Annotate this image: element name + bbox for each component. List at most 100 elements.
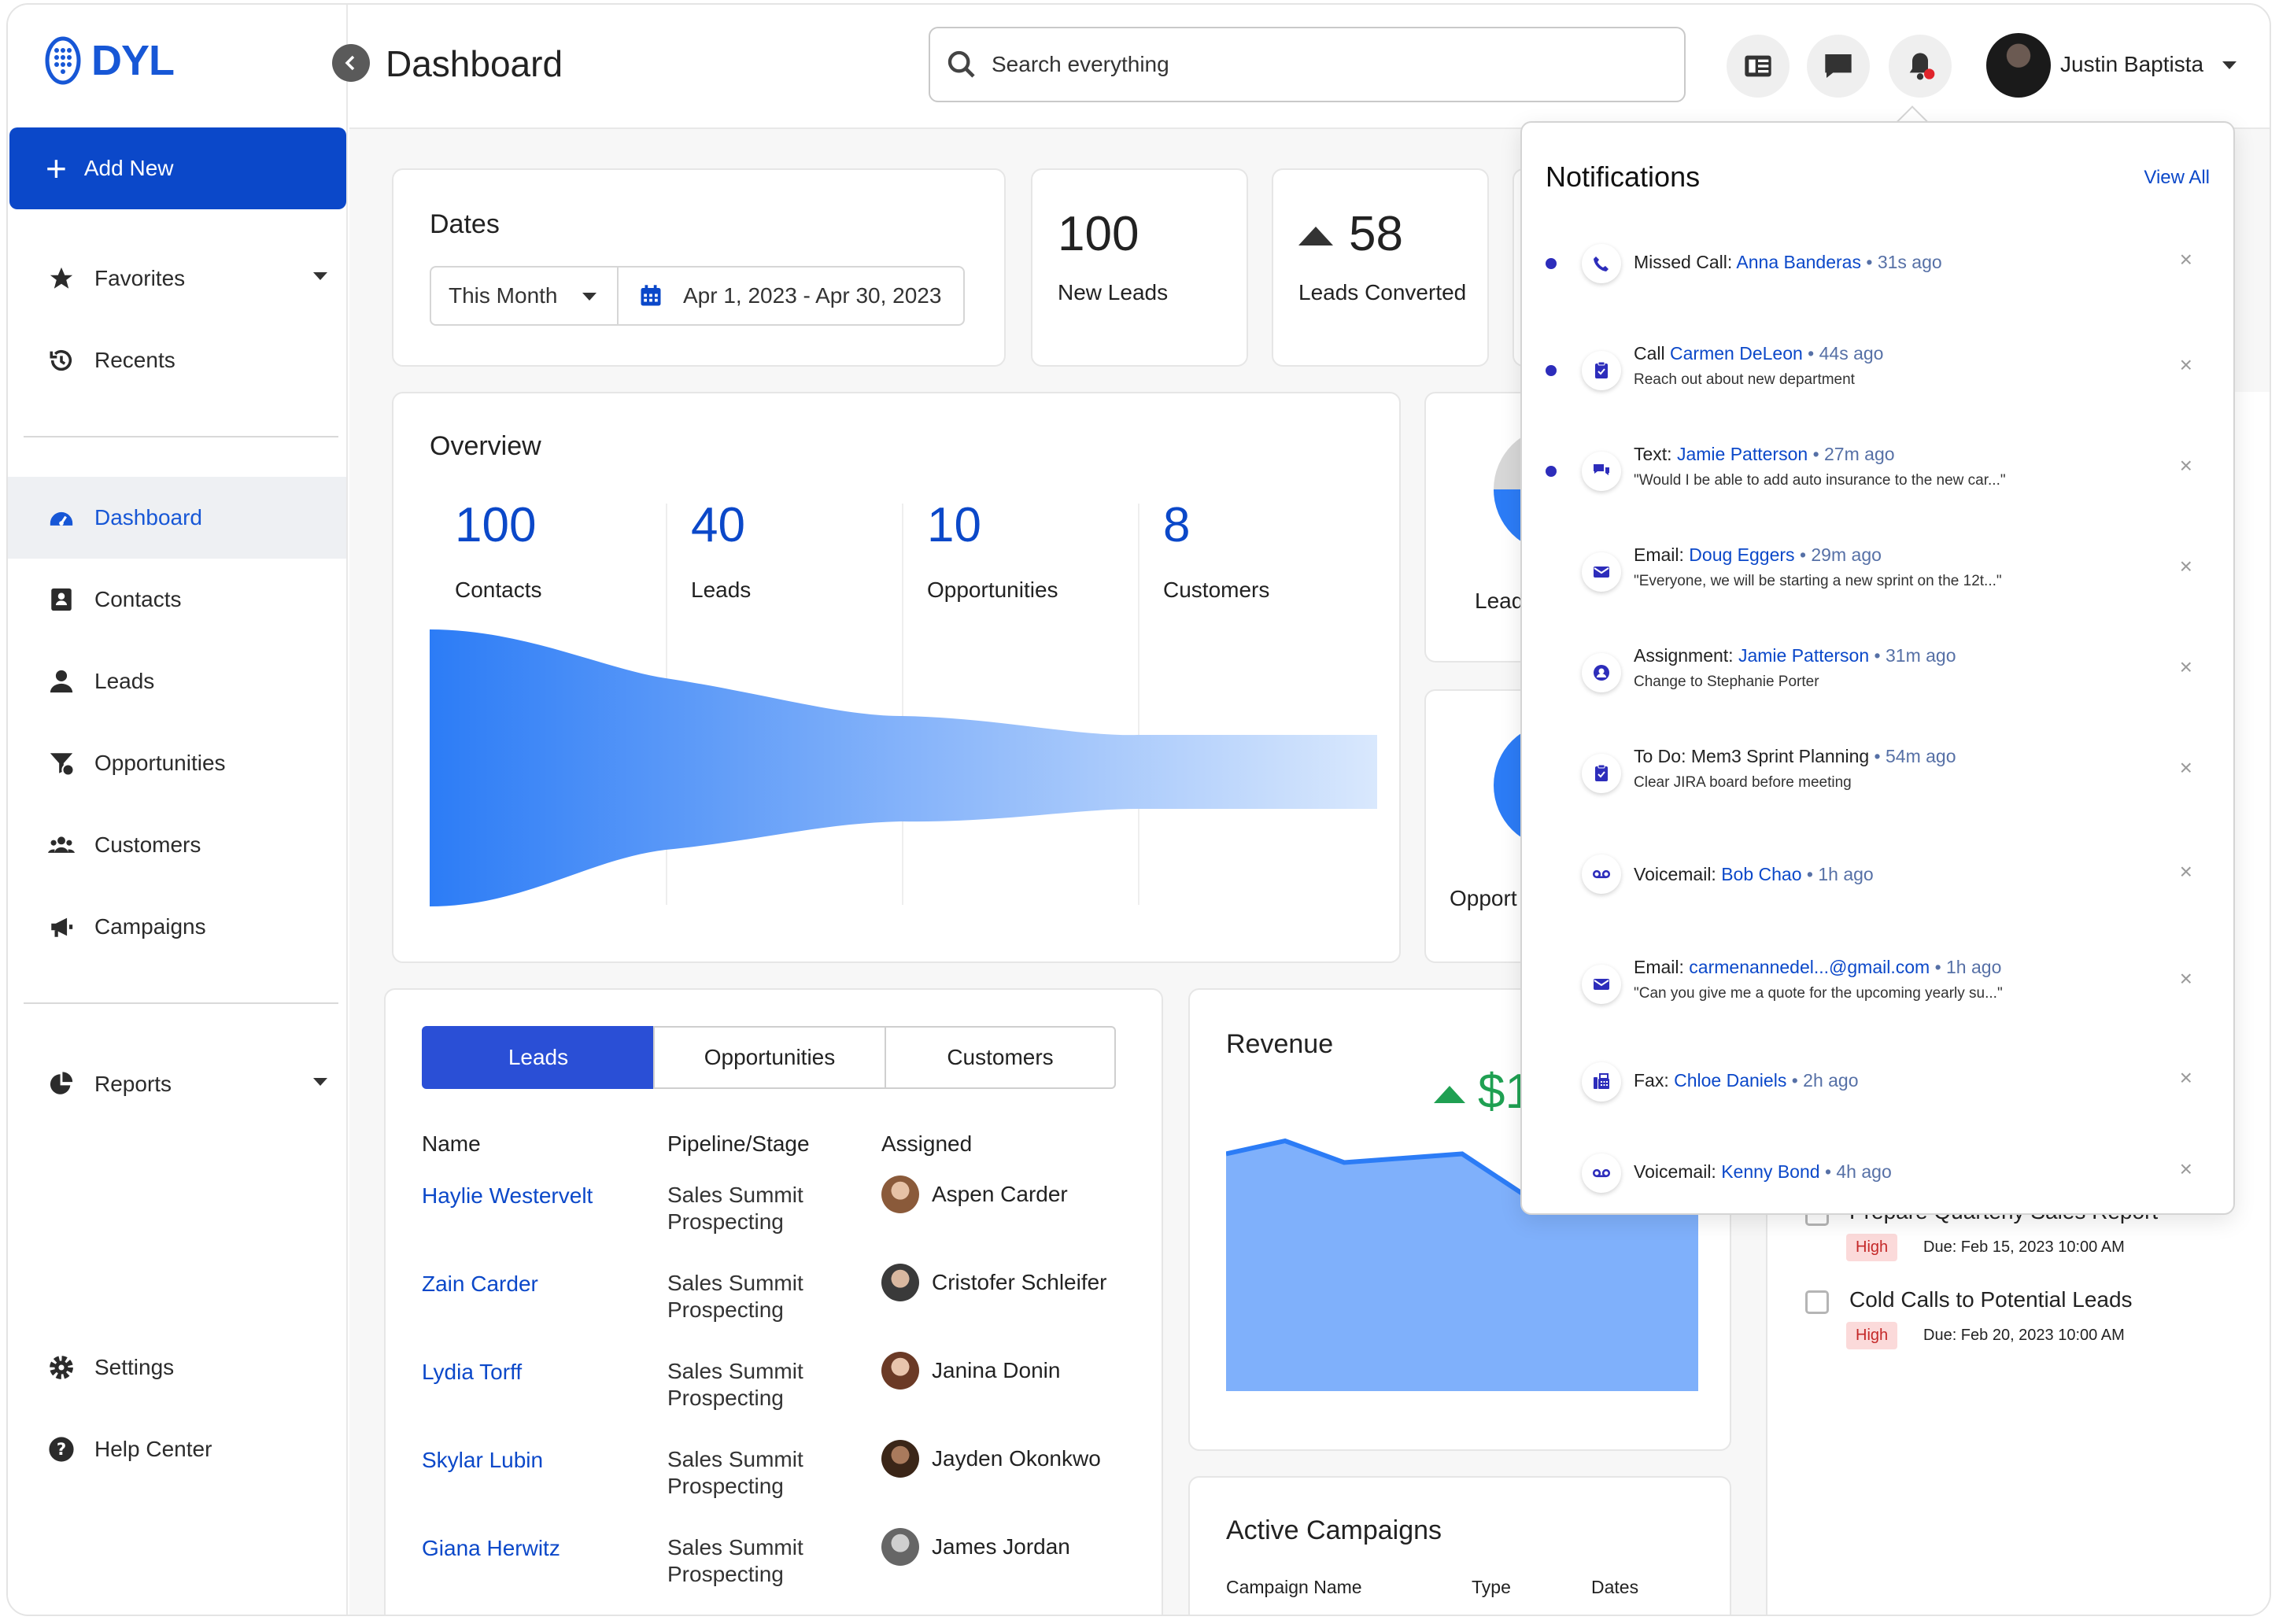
notification-contact-link[interactable]: Carmen DeLeon xyxy=(1670,343,1803,364)
sidebar-item-label: Recents xyxy=(94,348,175,372)
close-icon[interactable]: × xyxy=(2180,859,2192,884)
assigned-name: Cristofer Schleifer xyxy=(932,1270,1107,1294)
lead-name-link[interactable]: Lydia Torff xyxy=(422,1360,522,1385)
notifications-button[interactable] xyxy=(1889,35,1952,98)
date-range-field[interactable]: Apr 1, 2023 - Apr 30, 2023 xyxy=(617,266,965,326)
notification-contact-link[interactable]: Kenny Bond xyxy=(1721,1161,1819,1182)
notification-detail: Clear JIRA board before meeting xyxy=(1634,774,1852,791)
sidebar-item-favorites[interactable]: Favorites xyxy=(8,238,346,319)
notification-item[interactable]: Call Carmen DeLeon • 44s ago Reach out a… xyxy=(1522,329,2233,415)
notification-contact-link[interactable]: Chloe Daniels xyxy=(1674,1070,1786,1091)
notification-type: Email: xyxy=(1634,957,1684,977)
close-icon[interactable]: × xyxy=(2180,755,2192,781)
chevron-down-icon[interactable] xyxy=(313,1078,327,1086)
search-placeholder: Search everything xyxy=(992,52,1169,76)
column-header-dates[interactable]: Dates xyxy=(1591,1577,1638,1598)
messages-button[interactable] xyxy=(1807,35,1870,98)
user-name[interactable]: Justin Baptista xyxy=(2060,52,2203,77)
notification-contact-link[interactable]: Jamie Patterson xyxy=(1677,444,1808,464)
sidebar-item-recents[interactable]: Recents xyxy=(8,319,346,401)
stage-name: Prospecting xyxy=(667,1209,784,1234)
column-header-type[interactable]: Type xyxy=(1472,1577,1511,1598)
sidebar-item-label: Settings xyxy=(94,1355,175,1379)
sidebar-item-reports[interactable]: Reports xyxy=(8,1043,346,1125)
close-icon[interactable]: × xyxy=(2180,554,2192,579)
sidebar-item-dashboard[interactable]: Dashboard xyxy=(8,477,346,559)
sidebar-item-customers[interactable]: Customers xyxy=(8,804,346,886)
pipeline-stage: Sales Summit Prospecting xyxy=(667,1446,803,1500)
assigned-user[interactable]: Aspen Carder xyxy=(881,1176,1068,1213)
notification-item[interactable]: Email: Doug Eggers • 29m ago "Everyone, … xyxy=(1522,530,2233,617)
new-leads-card[interactable]: 100 New Leads xyxy=(1031,168,1248,367)
user-avatar[interactable] xyxy=(1986,33,2051,98)
pipeline-stage: Sales Summit Prospecting xyxy=(667,1270,803,1323)
close-icon[interactable]: × xyxy=(2180,966,2192,991)
tab-leads[interactable]: Leads xyxy=(422,1026,655,1089)
column-header-pipeline[interactable]: Pipeline/Stage xyxy=(667,1131,810,1157)
sidebar-item-opportunities[interactable]: Opportunities xyxy=(8,722,346,804)
assigned-user[interactable]: James Jordan xyxy=(881,1528,1070,1566)
date-range-select[interactable]: This Month xyxy=(430,266,619,326)
notification-contact-link[interactable]: Bob Chao xyxy=(1721,864,1801,884)
notification-contact-link[interactable]: Doug Eggers xyxy=(1689,544,1794,565)
assigned-user[interactable]: Cristofer Schleifer xyxy=(881,1264,1107,1301)
close-icon[interactable]: × xyxy=(2180,1157,2192,1182)
close-icon[interactable]: × xyxy=(2180,1065,2192,1091)
close-icon[interactable]: × xyxy=(2180,453,2192,478)
lead-name-link[interactable]: Zain Carder xyxy=(422,1272,538,1297)
notification-contact-link[interactable]: Jamie Patterson xyxy=(1738,645,1869,666)
view-all-link[interactable]: View All xyxy=(2144,167,2210,189)
gear-icon xyxy=(47,1353,76,1382)
notification-item[interactable]: Text: Jamie Patterson • 27m ago "Would I… xyxy=(1522,430,2233,516)
column-header-campaign-name[interactable]: Campaign Name xyxy=(1226,1577,1362,1598)
sidebar-item-contacts[interactable]: Contacts xyxy=(8,559,346,640)
contacts-book-button[interactable] xyxy=(1727,35,1790,98)
notification-item[interactable]: Voicemail: Bob Chao • 1h ago × xyxy=(1522,832,2233,919)
opportunities-pie-label: Opport xyxy=(1450,886,1517,910)
avatar xyxy=(881,1440,919,1478)
overview-contacts-label: Contacts xyxy=(455,578,542,602)
notification-contact-link[interactable]: Anna Banderas xyxy=(1736,252,1861,272)
arrow-up-icon xyxy=(1434,1086,1465,1103)
notification-item[interactable]: Assignment: Jamie Patterson • 31m ago Ch… xyxy=(1522,631,2233,718)
close-icon[interactable]: × xyxy=(2180,655,2192,680)
notification-item[interactable]: To Do: Mem3 Sprint Planning • 54m ago Cl… xyxy=(1522,732,2233,818)
notification-item[interactable]: Fax: Chloe Daniels • 2h ago × xyxy=(1522,1034,2233,1120)
chevron-down-icon[interactable] xyxy=(313,272,327,280)
notification-item[interactable]: Voicemail: Kenny Bond • 4h ago × xyxy=(1522,1127,2233,1213)
voicemail-icon xyxy=(1582,1153,1621,1193)
add-new-button[interactable]: + Add New xyxy=(9,127,346,209)
assigned-user[interactable]: Janina Donin xyxy=(881,1352,1060,1390)
notification-item[interactable]: Missed Call: Anna Banderas • 31s ago × xyxy=(1522,233,2233,319)
assigned-user[interactable]: Jayden Okonkwo xyxy=(881,1440,1101,1478)
close-icon[interactable]: × xyxy=(2180,247,2192,272)
notification-detail: "Everyone, we will be starting a new spr… xyxy=(1634,573,2002,589)
lead-name-link[interactable]: Haylie Westervelt xyxy=(422,1183,593,1209)
column-header-assigned[interactable]: Assigned xyxy=(881,1131,972,1157)
leads-converted-card[interactable]: 58 Leads Converted xyxy=(1272,168,1489,367)
notification-time: 1h ago xyxy=(1818,864,1874,884)
task-title[interactable]: Cold Calls to Potential Leads xyxy=(1849,1287,2133,1312)
collapse-sidebar-button[interactable] xyxy=(332,44,370,82)
search-input[interactable]: Search everything xyxy=(929,27,1686,102)
sidebar-item-help-center[interactable]: ? Help Center xyxy=(8,1408,346,1490)
tab-opportunities[interactable]: Opportunities xyxy=(653,1026,886,1089)
chevron-down-icon[interactable] xyxy=(2222,61,2237,69)
sidebar-item-leads[interactable]: Leads xyxy=(8,640,346,722)
tab-customers[interactable]: Customers xyxy=(885,1026,1116,1089)
notification-type: Voicemail: xyxy=(1634,1161,1716,1182)
notification-contact-link[interactable]: carmenannedel...@gmail.com xyxy=(1689,957,1930,977)
notification-item[interactable]: Email: carmenannedel...@gmail.com • 1h a… xyxy=(1522,933,2233,1020)
date-range-value: Apr 1, 2023 - Apr 30, 2023 xyxy=(683,283,942,308)
sidebar-item-settings[interactable]: Settings xyxy=(8,1327,346,1408)
sidebar-item-label: Help Center xyxy=(94,1437,212,1461)
lead-name-link[interactable]: Skylar Lubin xyxy=(422,1448,543,1473)
avatar xyxy=(881,1528,919,1566)
notification-type: Assignment: xyxy=(1634,645,1734,666)
lead-name-link[interactable]: Giana Herwitz xyxy=(422,1536,560,1561)
close-icon[interactable]: × xyxy=(2180,352,2192,378)
column-header-name[interactable]: Name xyxy=(422,1131,481,1157)
sidebar-item-campaigns[interactable]: Campaigns xyxy=(8,886,346,968)
task-checkbox[interactable] xyxy=(1805,1290,1829,1314)
logo[interactable]: DYL xyxy=(42,33,175,88)
